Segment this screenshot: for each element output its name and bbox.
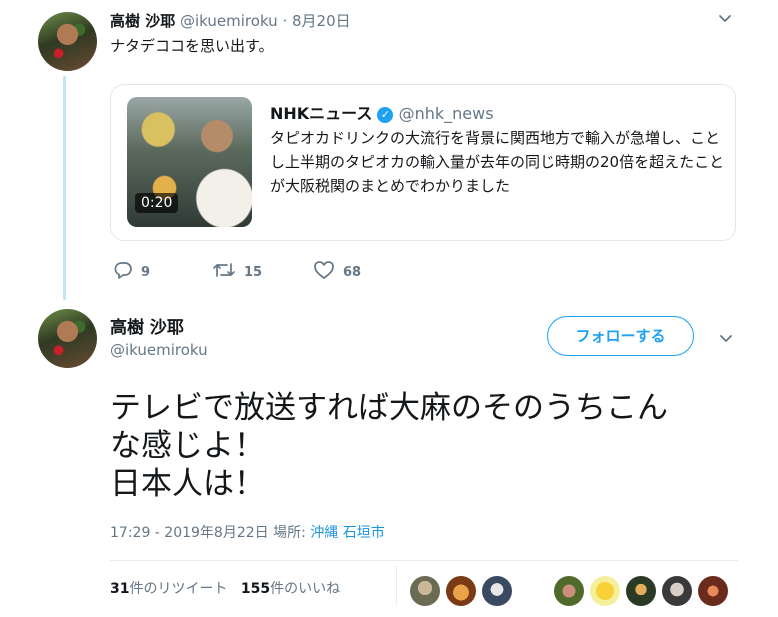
main-tweet-line: な感じよ！ [110, 428, 265, 464]
thread-connector-line [63, 76, 66, 300]
retweet-count: 15 [244, 264, 263, 280]
liker-avatar[interactable] [410, 576, 440, 606]
verified-badge-icon: ✓ [377, 107, 394, 123]
quoted-tweet-text: タピオカドリンクの大流行を背景に関西地方で輸入が急増し、ことし上半期のタピオカの… [270, 129, 725, 195]
tweet-text: ナタデココを思い出す。 [110, 37, 274, 55]
quoted-author-handle: @nhk_news [398, 104, 494, 123]
retweet-icon [212, 260, 244, 284]
author-handle[interactable]: @ikuemiroku [180, 12, 278, 30]
retweet-stat[interactable]: 31件のリツイート [110, 581, 227, 597]
reply-icon [113, 260, 141, 284]
location-label: 場所: [273, 525, 306, 541]
chevron-down-icon[interactable] [717, 10, 733, 31]
follow-button[interactable]: フォローする [547, 316, 694, 356]
main-avatar[interactable] [38, 309, 97, 368]
tweet-header: 高樹 沙耶 @ikuemiroku · 8月20日 [110, 10, 351, 31]
location-link[interactable]: 沖縄 石垣市 [310, 525, 384, 541]
liker-avatar[interactable] [446, 576, 476, 606]
tweet-meta: 17:29 - 2019年8月22日 場所: 沖縄 石垣市 [110, 522, 385, 542]
quoted-author-name: NHKニュース [270, 104, 373, 123]
avatar[interactable] [38, 12, 97, 71]
liker-avatar[interactable] [662, 576, 692, 606]
liker-avatar[interactable] [626, 576, 656, 606]
reply-count: 9 [141, 264, 151, 280]
stats-divider [396, 566, 397, 604]
quoted-header: NHKニュース ✓ @nhk_news [270, 100, 494, 124]
tweet-date[interactable]: 8月20日 [292, 12, 351, 30]
main-tweet-line: テレビで放送すれば大麻のそのうちこん [110, 390, 668, 426]
reply-button[interactable]: 9 [113, 260, 150, 284]
heart-icon [313, 260, 343, 284]
main-author-handle[interactable]: @ikuemiroku [110, 341, 208, 359]
liker-avatar[interactable] [482, 576, 512, 606]
retweet-button[interactable]: 15 [212, 260, 262, 284]
video-duration-badge: 0:20 [135, 193, 179, 213]
like-count: 68 [343, 264, 362, 280]
main-tweet-line: 日本人は！ [110, 466, 265, 502]
liker-avatar[interactable] [554, 576, 584, 606]
main-author-name[interactable]: 高樹 沙耶 [110, 313, 184, 338]
retweet-stat-count: 31 [110, 581, 130, 597]
like-stat[interactable]: 155件のいいね [241, 581, 340, 597]
liker-avatar[interactable] [590, 576, 620, 606]
engagement-stats: 31件のリツイート 155件のいいね [110, 578, 340, 598]
liker-avatar[interactable] [698, 576, 728, 606]
like-stat-label: 件のいいね [270, 581, 341, 597]
retweet-stat-label: 件のリツイート [129, 581, 228, 597]
chevron-down-icon[interactable] [718, 330, 734, 351]
like-stat-count: 155 [240, 581, 271, 597]
tweet-timestamp[interactable]: 17:29 - 2019年8月22日 [110, 525, 269, 541]
main-tweet-text: テレビで放送すれば大麻のそのうちこん な感じよ！ 日本人は！ [110, 389, 750, 503]
like-button[interactable]: 68 [313, 260, 361, 284]
author-name[interactable]: 高樹 沙耶 [110, 12, 175, 30]
header-separator: · [282, 12, 288, 30]
divider [110, 560, 738, 561]
